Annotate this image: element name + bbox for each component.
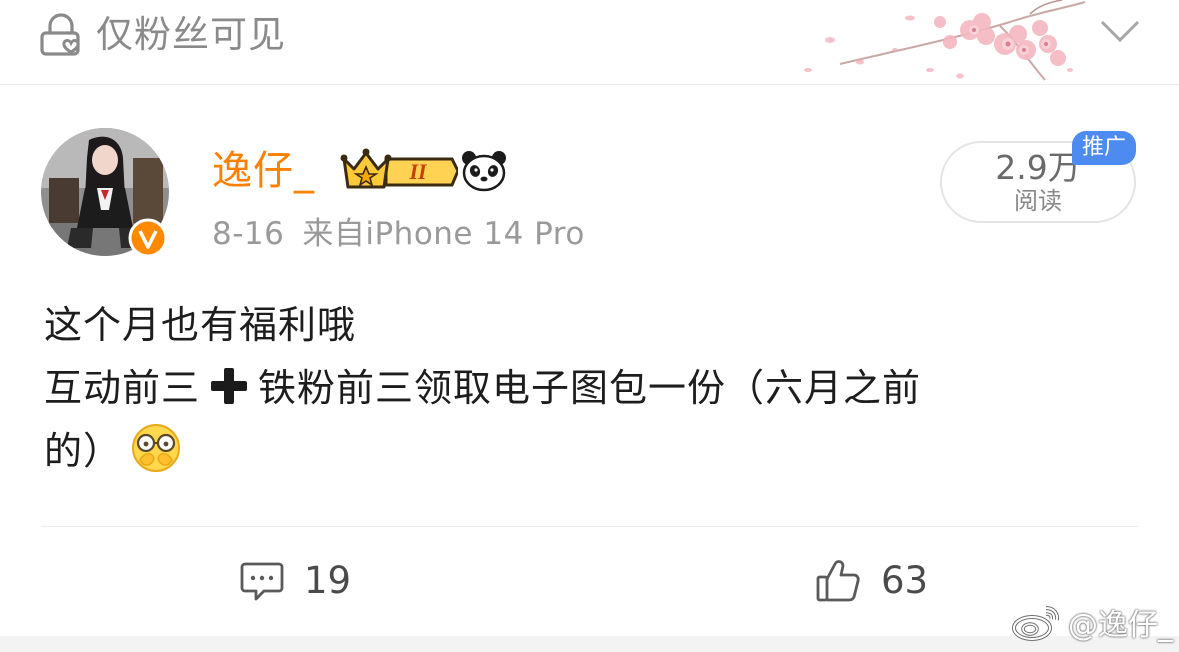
- plus-icon: [211, 368, 248, 404]
- post-date: 8-16: [212, 216, 285, 252]
- author-name[interactable]: 逸仔_: [212, 145, 315, 197]
- panda-icon: [462, 151, 506, 192]
- weibo-watermark: @逸仔_: [1010, 600, 1173, 644]
- hands-over-face-emoji-icon: [132, 424, 181, 472]
- crown-vip-icon[interactable]: II: [340, 147, 458, 195]
- bottom-separator: [0, 636, 1179, 652]
- read-label: 阅读: [1014, 187, 1062, 215]
- post-line-3: 的）: [44, 420, 1144, 483]
- verified-badge-icon: [128, 218, 168, 258]
- thumbs-up-icon: [816, 560, 860, 602]
- post-line-1: 这个月也有福利哦: [44, 303, 357, 347]
- divider: [41, 526, 1138, 527]
- post-line-2: 互动前三 铁粉前三领取电子图包一份（六月之前: [44, 357, 1144, 420]
- comment-count: 19: [304, 559, 352, 602]
- lock-heart-icon: [40, 13, 80, 56]
- chevron-down-icon[interactable]: [1098, 14, 1142, 48]
- weibo-post-card: 仅粉丝可见 逸仔_ II 8-16 来自iPhone 14 Pro 2.9万 阅…: [0, 0, 1179, 652]
- like-button[interactable]: 63: [815, 556, 928, 606]
- post-source[interactable]: 来自iPhone 14 Pro: [302, 216, 584, 252]
- comment-icon: [240, 562, 284, 601]
- vip-level: II: [408, 159, 428, 184]
- cherry-blossom-decoration: [804, 0, 1086, 81]
- watermark-text: @逸仔_: [1068, 608, 1173, 643]
- post-line-2-start: 互动前三: [44, 366, 201, 410]
- weibo-logo-icon: [1012, 606, 1060, 641]
- visibility-label: 仅粉丝可见: [96, 13, 286, 56]
- comment-button[interactable]: 19: [240, 556, 351, 606]
- like-count: 63: [881, 559, 929, 602]
- post-body: 这个月也有福利哦 互动前三 铁粉前三领取电子图包一份（六月之前 的）: [44, 294, 1144, 483]
- promo-tag: 推广: [1072, 131, 1136, 165]
- post-meta: 8-16 来自iPhone 14 Pro: [212, 212, 585, 256]
- post-line-2-end: 铁粉前三领取电子图包一份（六月之前: [258, 366, 922, 410]
- visibility-bar: 仅粉丝可见: [0, 0, 1179, 85]
- post-line-3-text: 的）: [44, 429, 123, 473]
